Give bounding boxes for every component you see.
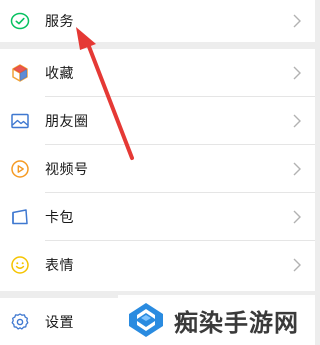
favorites-cube-icon	[9, 62, 31, 84]
settings-gear-icon	[9, 311, 31, 333]
watermark: 痴染手游网	[118, 295, 315, 345]
services-group: 服务	[0, 0, 315, 42]
menu-item-label: 收藏	[45, 66, 74, 82]
menu-item-label: 朋友圈	[45, 114, 89, 130]
channels-play-icon	[9, 158, 31, 180]
menu-item-label: 视频号	[45, 162, 89, 178]
watermark-logo-icon	[129, 303, 163, 337]
chevron-right-icon	[291, 162, 303, 176]
chevron-right-icon	[291, 14, 303, 28]
sticker-smiley-icon	[9, 254, 31, 276]
chevron-right-icon	[291, 258, 303, 272]
menu-item-label: 服务	[45, 14, 74, 30]
menu-item-stickers[interactable]: 表情	[0, 241, 315, 289]
moments-picture-icon	[9, 110, 31, 132]
menu-item-label: 设置	[45, 314, 74, 331]
menu-item-label: 表情	[45, 258, 74, 274]
me-page: 服务 收藏 朋友圈 视频号 卡包 表情 设置 痴染手游网	[0, 0, 315, 345]
chevron-right-icon	[291, 66, 303, 80]
menu-item-services[interactable]: 服务	[0, 0, 315, 42]
menu-item-card-wallet[interactable]: 卡包	[0, 193, 315, 241]
chevron-right-icon	[291, 210, 303, 224]
watermark-text: 痴染手游网	[174, 309, 299, 337]
chevron-right-icon	[291, 114, 303, 128]
card-wallet-icon	[9, 206, 31, 228]
menu-item-moments[interactable]: 朋友圈	[0, 97, 315, 145]
menu-item-channels[interactable]: 视频号	[0, 145, 315, 193]
menu-item-favorites[interactable]: 收藏	[0, 49, 315, 97]
menu-item-label: 卡包	[45, 210, 74, 226]
features-group: 收藏 朋友圈 视频号 卡包 表情	[0, 49, 315, 291]
services-check-icon	[9, 10, 31, 32]
